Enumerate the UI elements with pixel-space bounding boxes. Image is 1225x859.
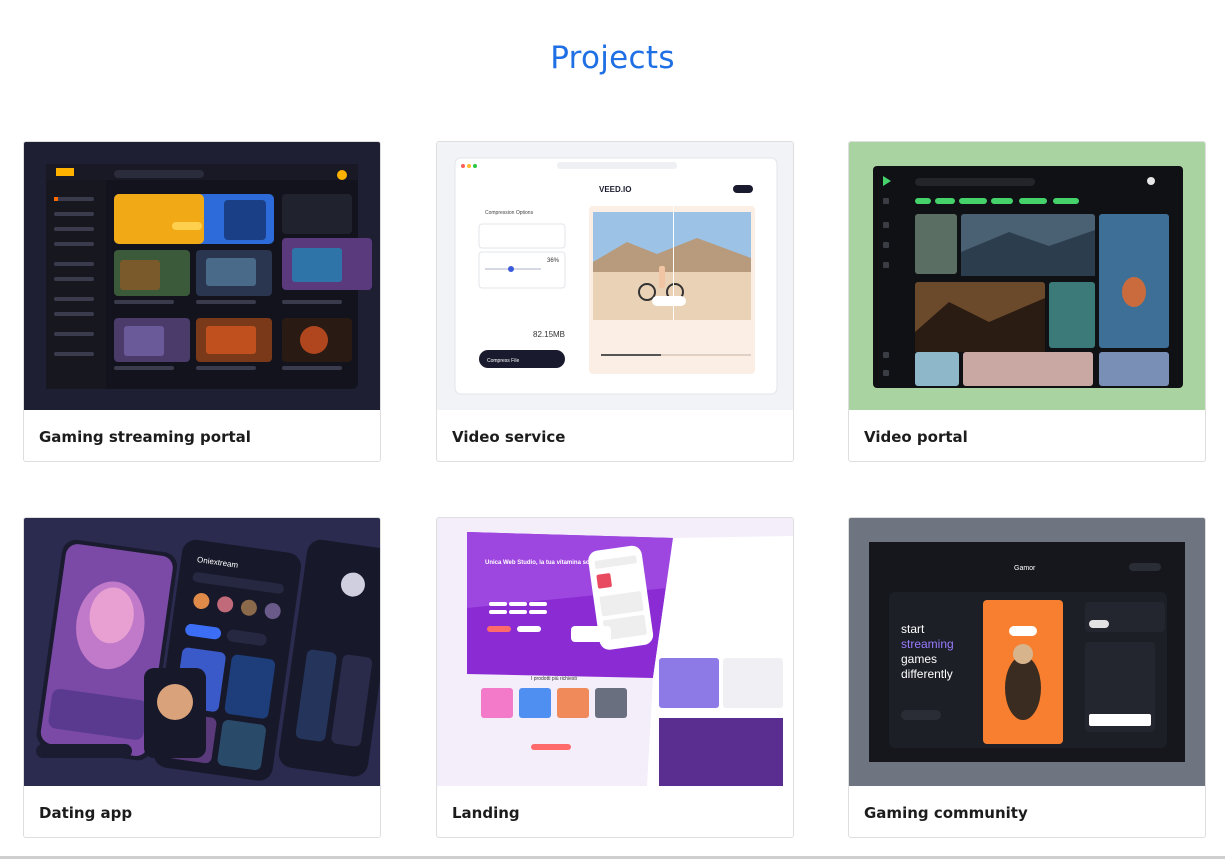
- project-thumbnail[interactable]: Gamor start streaming games differently: [849, 518, 1205, 786]
- page-title: Projects: [550, 40, 675, 76]
- project-title[interactable]: Video portal: [864, 428, 968, 446]
- gaming-community-brand: Gamor: [1014, 565, 1036, 572]
- hero-line-1: start: [901, 622, 925, 636]
- video-service-brand: VEED.IO: [599, 185, 631, 194]
- project-thumbnail[interactable]: [849, 142, 1205, 410]
- project-card-gaming-community[interactable]: Gamor start streaming games differently …: [848, 517, 1206, 838]
- project-title[interactable]: Landing: [452, 804, 520, 822]
- project-card-gaming-streaming-portal[interactable]: Gaming streaming portal: [23, 141, 381, 462]
- project-title[interactable]: Gaming community: [864, 804, 1028, 822]
- project-thumbnail[interactable]: Oniextream: [24, 518, 380, 786]
- landing-products-heading: I prodotti più richiesti: [531, 676, 577, 682]
- landing-headline: Unica Web Studio, la tua vitamina social…: [485, 560, 602, 566]
- project-thumbnail[interactable]: VEED.IO Compression Options 36% 82.15MB …: [437, 142, 793, 410]
- compression-value: 36%: [547, 258, 560, 264]
- project-card-dating-app[interactable]: Oniextream Dating app: [23, 517, 381, 838]
- compress-file-button[interactable]: Compress File: [487, 358, 519, 364]
- file-size-value: 82.15MB: [533, 330, 565, 339]
- hero-line-4: differently: [901, 667, 953, 681]
- project-title[interactable]: Dating app: [39, 804, 132, 822]
- project-thumbnail[interactable]: Unica Web Studio, la tua vitamina social…: [437, 518, 793, 786]
- project-thumbnail[interactable]: [24, 142, 380, 410]
- hero-line-2: streaming: [901, 637, 954, 651]
- project-card-video-service[interactable]: VEED.IO Compression Options 36% 82.15MB …: [436, 141, 794, 462]
- project-card-video-portal[interactable]: Video portal: [848, 141, 1206, 462]
- project-title[interactable]: Video service: [452, 428, 565, 446]
- project-card-landing[interactable]: Unica Web Studio, la tua vitamina social…: [436, 517, 794, 838]
- compression-options-label: Compression Options: [485, 210, 534, 216]
- project-title[interactable]: Gaming streaming portal: [39, 428, 251, 446]
- hero-line-3: games: [901, 652, 937, 666]
